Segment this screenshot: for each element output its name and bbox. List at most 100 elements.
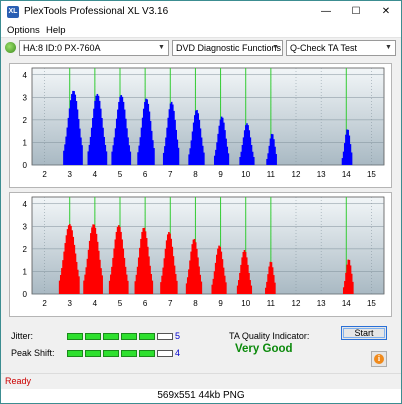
menu-options[interactable]: Options	[7, 25, 40, 36]
x-tick-label: 5	[118, 299, 123, 308]
results-panel: Jitter: 5 Peak Shift: 4 TA Quality Indic…	[1, 321, 401, 373]
image-caption: 569x551 44kb PNG	[157, 390, 245, 401]
histogram-bar	[275, 154, 277, 165]
histogram-bar	[176, 280, 178, 294]
peak-shift-label: Peak Shift:	[11, 348, 55, 358]
maximize-button[interactable]: ☐	[341, 1, 371, 23]
plextools-app-icon: XL	[7, 6, 19, 18]
histogram-bar	[350, 152, 353, 165]
peak-shift-segment	[157, 350, 173, 357]
ta-chart-bottom: 012342 3 4 5 6 7 8 9 10 11 12 13 14 15	[23, 196, 385, 308]
chart-bottom-frame: 0 1 2 3 4 2 3 4 5 6 7 8 9 10 11 12 13 14 15	[9, 192, 392, 317]
peak-shift-segment	[103, 350, 119, 357]
test-select-value: Q-Check TA Test	[290, 43, 358, 53]
function-select[interactable]: DVD Diagnostic Functions ▼	[172, 40, 283, 56]
y-tick-label: 3	[23, 93, 28, 102]
peak-shift-value: 4	[175, 348, 181, 358]
drive-select[interactable]: HA:8 ID:0 PX-760A ▼	[19, 40, 169, 56]
peak-shift-segment	[139, 350, 155, 357]
histogram-bar	[227, 153, 230, 165]
x-tick-label: 13	[317, 170, 326, 179]
ta-quality-label: TA Quality Indicator:	[229, 331, 310, 341]
x-tick-label: 11	[267, 170, 276, 179]
x-tick-label: 4	[93, 170, 98, 179]
status-text: Ready	[5, 376, 32, 386]
chevron-down-icon: ▼	[385, 44, 392, 51]
menu-help[interactable]: Help	[46, 25, 66, 36]
x-tick-label: 9	[218, 170, 223, 179]
ta-chart-top: 012342 3 4 5 6 7 8 9 10 11 12 13 14 15	[23, 67, 385, 179]
chevron-down-icon: ▼	[158, 44, 165, 51]
peak-shift-segment	[85, 350, 101, 357]
minimize-button[interactable]: —	[311, 1, 341, 23]
x-tick-label: 4	[93, 299, 98, 308]
y-tick-label: 3	[23, 222, 28, 231]
title-bar: XL PlexTools Professional XL V3.16 — ☐ ✕	[1, 1, 401, 23]
y-tick-label: 1	[23, 267, 28, 276]
status-bar: Ready	[1, 373, 401, 389]
histogram-bar	[352, 281, 354, 294]
peak-shift-segment	[67, 350, 83, 357]
y-tick-label: 1	[23, 138, 28, 147]
x-tick-label: 3	[67, 299, 72, 308]
histogram-bar	[203, 152, 205, 165]
function-select-value: DVD Diagnostic Functions	[176, 43, 282, 53]
y-tick-label: 4	[23, 71, 28, 80]
image-caption-bar: 569x551 44kb PNG	[1, 389, 401, 403]
x-tick-label: 14	[342, 299, 351, 308]
histogram-bar	[81, 145, 83, 165]
histogram-bar	[250, 285, 253, 294]
x-tick-label: 14	[342, 170, 351, 179]
y-tick-label: 4	[23, 200, 28, 209]
drive-select-value: HA:8 ID:0 PX-760A	[23, 43, 101, 53]
x-tick-label: 6	[143, 299, 148, 308]
peak-shift-meter	[67, 350, 173, 357]
y-tick-label: 2	[23, 116, 28, 125]
histogram-bar	[177, 147, 180, 165]
chevron-down-icon: ▼	[272, 44, 279, 51]
test-select[interactable]: Q-Check TA Test ▼	[286, 40, 396, 56]
y-tick-label: 0	[23, 290, 28, 299]
info-icon: i	[374, 354, 384, 364]
x-tick-label: 11	[267, 299, 276, 308]
info-button[interactable]: i	[371, 351, 387, 367]
jitter-segment	[121, 333, 137, 340]
histogram-bar	[105, 151, 108, 165]
ta-quality-value: Very Good	[235, 343, 293, 355]
start-button[interactable]: Start	[341, 326, 387, 340]
jitter-segment	[85, 333, 101, 340]
jitter-meter	[67, 333, 173, 340]
x-tick-label: 10	[241, 170, 250, 179]
x-tick-label: 13	[317, 299, 326, 308]
histogram-bar	[101, 275, 103, 294]
histogram-bar	[78, 276, 80, 294]
x-tick-label: 3	[67, 170, 72, 179]
histogram-bar	[225, 282, 227, 294]
y-tick-label: 2	[23, 245, 28, 254]
toolbar: HA:8 ID:0 PX-760A ▼ DVD Diagnostic Funct…	[1, 38, 401, 58]
histogram-bar	[153, 148, 155, 165]
x-tick-label: 15	[367, 299, 376, 308]
histogram-bar	[126, 280, 129, 294]
jitter-segment	[139, 333, 155, 340]
histogram-bar	[252, 157, 255, 165]
x-tick-label: 5	[118, 170, 123, 179]
app-window: XL PlexTools Professional XL V3.16 — ☐ ✕…	[0, 0, 402, 404]
x-tick-label: 8	[193, 299, 198, 308]
x-tick-label: 12	[292, 170, 301, 179]
histogram-bar	[129, 151, 132, 165]
close-button[interactable]: ✕	[371, 1, 401, 23]
jitter-segment	[103, 333, 119, 340]
jitter-segment	[157, 333, 173, 340]
drive-status-icon	[5, 42, 16, 53]
histogram-bar	[274, 282, 276, 294]
x-tick-label: 7	[168, 299, 173, 308]
x-tick-label: 6	[143, 170, 148, 179]
plot-area	[31, 67, 385, 166]
jitter-value: 5	[175, 331, 181, 341]
x-tick-label: 9	[218, 299, 223, 308]
histogram-bar	[200, 281, 203, 294]
jitter-label: Jitter:	[11, 331, 34, 341]
chart-top-frame: 0 1 2 3 4 2 3 4 5 6 7 8 9 10 11 12 13 14 15	[9, 63, 392, 188]
x-tick-label: 2	[42, 170, 47, 179]
